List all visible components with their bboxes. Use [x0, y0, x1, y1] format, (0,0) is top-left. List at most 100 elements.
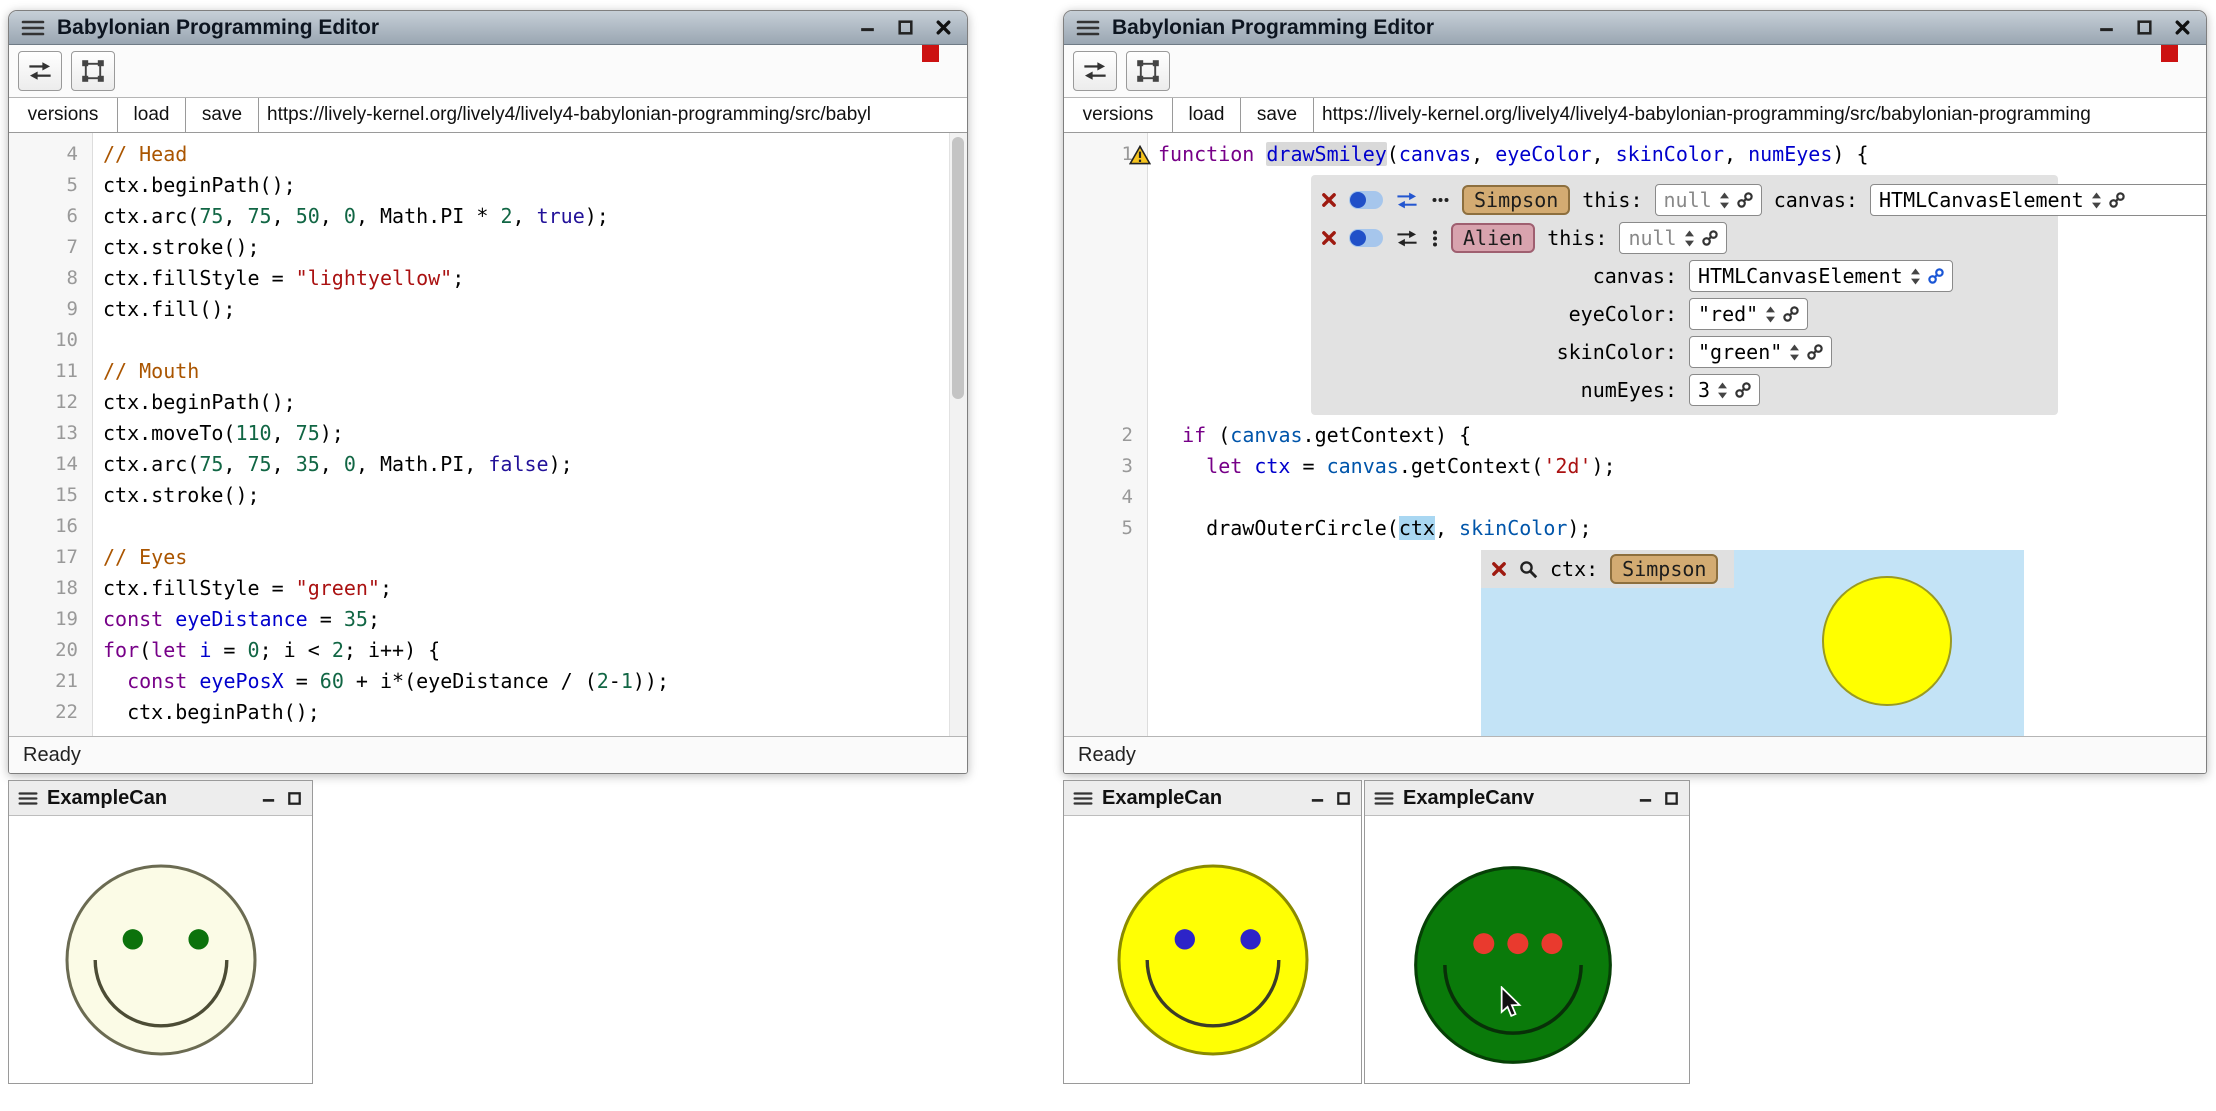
minimize-button[interactable] — [858, 18, 877, 37]
stepper-icon[interactable] — [1717, 382, 1728, 399]
frame-button[interactable] — [71, 51, 115, 91]
chain-link-icon[interactable] — [2109, 192, 2125, 208]
value-box[interactable]: "green" — [1689, 336, 1832, 368]
magnifier-icon[interactable] — [1519, 560, 1538, 579]
titlebar[interactable]: ExampleCanv — [1365, 781, 1689, 816]
code-line[interactable]: 5 drawOuterCircle(ctx, skinColor); — [1064, 513, 2206, 544]
example-badge[interactable]: Simpson — [1610, 554, 1718, 584]
vertical-scrollbar[interactable] — [949, 133, 967, 736]
code-line[interactable]: 22 ctx.beginPath(); — [9, 697, 967, 728]
value-box[interactable]: HTMLCanvasElement — [1689, 260, 1953, 292]
chain-link-icon[interactable] — [1737, 192, 1753, 208]
code-line[interactable]: 14ctx.arc(75, 75, 35, 0, Math.PI, false)… — [9, 449, 967, 480]
swap-arrows-button[interactable] — [1073, 51, 1117, 91]
save-button[interactable]: save — [1241, 98, 1314, 132]
code-line[interactable]: 2 if (canvas.getContext) { — [1064, 420, 2206, 451]
code-line[interactable]: 19const eyeDistance = 35; — [9, 604, 967, 635]
scrollbar-thumb[interactable] — [952, 137, 964, 399]
delete-example-icon[interactable] — [1321, 230, 1337, 246]
code-line[interactable]: 9ctx.fill(); — [9, 294, 967, 325]
menu-icon[interactable] — [1076, 19, 1100, 37]
code-line[interactable]: 10 — [9, 325, 967, 356]
kebab-menu-icon[interactable] — [1431, 229, 1439, 248]
more-menu-icon[interactable] — [1431, 196, 1450, 204]
code-line[interactable]: 15ctx.stroke(); — [9, 480, 967, 511]
code-editor[interactable]: 1function drawSmiley(canvas, eyeColor, s… — [1064, 133, 2206, 736]
value-box[interactable]: HTMLCanvasElement — [1870, 184, 2206, 216]
titlebar[interactable]: ExampleCan — [9, 781, 312, 816]
example-toggle[interactable] — [1349, 191, 1383, 209]
close-button[interactable] — [934, 18, 953, 37]
titlebar[interactable]: ExampleCan — [1064, 781, 1361, 816]
minimize-button[interactable] — [1309, 790, 1326, 807]
menu-icon[interactable] — [18, 791, 38, 806]
versions-button[interactable]: versions — [1064, 98, 1173, 132]
example-toggle[interactable] — [1349, 229, 1383, 247]
load-button[interactable]: load — [1173, 98, 1241, 132]
stepper-icon[interactable] — [1910, 268, 1921, 285]
code-line[interactable]: 18ctx.fillStyle = "green"; — [9, 573, 967, 604]
close-button[interactable] — [2173, 18, 2192, 37]
value-box[interactable]: null — [1619, 222, 1726, 254]
stepper-icon[interactable] — [1789, 344, 1800, 361]
code-editor[interactable]: 4// Head5ctx.beginPath();6ctx.arc(75, 75… — [9, 133, 967, 736]
swap-arrows-button[interactable] — [18, 51, 62, 91]
maximize-button[interactable] — [896, 18, 915, 37]
titlebar[interactable]: Babylonian Programming Editor — [1064, 11, 2206, 45]
chain-link-icon[interactable] — [1735, 382, 1751, 398]
minimize-button[interactable] — [1637, 790, 1654, 807]
code-line[interactable]: 11// Mouth — [9, 356, 967, 387]
code-line[interactable]: 16 — [9, 511, 967, 542]
code-line[interactable]: 5ctx.beginPath(); — [9, 170, 967, 201]
code-line[interactable]: 3 let ctx = canvas.getContext('2d'); — [1064, 451, 2206, 482]
value-box[interactable]: "red" — [1689, 298, 1808, 330]
maximize-button[interactable] — [1663, 790, 1680, 807]
code-line[interactable]: 20for(let i = 0; i < 2; i++) { — [9, 635, 967, 666]
maximize-button[interactable] — [1335, 790, 1352, 807]
titlebar[interactable]: Babylonian Programming Editor — [9, 11, 967, 45]
example-canvas[interactable] — [1365, 816, 1689, 1111]
chain-link-icon[interactable] — [1783, 306, 1799, 322]
example-canvas[interactable] — [9, 816, 312, 1101]
value-box[interactable]: null — [1655, 184, 1762, 216]
minimize-button[interactable] — [2097, 18, 2116, 37]
code-line[interactable]: 13ctx.moveTo(110, 75); — [9, 418, 967, 449]
maximize-button[interactable] — [286, 790, 303, 807]
menu-icon[interactable] — [21, 19, 45, 37]
delete-probe-icon[interactable] — [1491, 561, 1507, 577]
minimize-button[interactable] — [260, 790, 277, 807]
swap-arrows-icon[interactable] — [1395, 230, 1419, 247]
url-field[interactable]: https://lively-kernel.org/lively4/lively… — [1314, 98, 2206, 132]
value-box[interactable]: 3 — [1689, 374, 1760, 406]
url-field[interactable]: https://lively-kernel.org/lively4/lively… — [259, 98, 967, 132]
code-line[interactable]: 6ctx.arc(75, 75, 50, 0, Math.PI * 2, tru… — [9, 201, 967, 232]
code-token: const — [103, 607, 163, 631]
code-line[interactable]: 1function drawSmiley(canvas, eyeColor, s… — [1064, 139, 2206, 170]
chain-link-icon[interactable] — [1807, 344, 1823, 360]
code-line[interactable]: 17// Eyes — [9, 542, 967, 573]
frame-button[interactable] — [1126, 51, 1170, 91]
stepper-icon[interactable] — [2091, 192, 2102, 209]
save-button[interactable]: save — [186, 98, 259, 132]
code-line[interactable]: 7ctx.stroke(); — [9, 232, 967, 263]
code-line[interactable]: 4// Head — [9, 139, 967, 170]
code-line[interactable]: 12ctx.beginPath(); — [9, 387, 967, 418]
versions-button[interactable]: versions — [9, 98, 118, 132]
menu-icon[interactable] — [1374, 791, 1394, 806]
swap-arrows-icon[interactable] — [1395, 192, 1419, 209]
example-badge[interactable]: Simpson — [1462, 185, 1570, 215]
stepper-icon[interactable] — [1684, 230, 1695, 247]
menu-icon[interactable] — [1073, 791, 1093, 806]
stepper-icon[interactable] — [1719, 192, 1730, 209]
example-canvas[interactable] — [1064, 816, 1361, 1101]
load-button[interactable]: load — [118, 98, 186, 132]
delete-example-icon[interactable] — [1321, 192, 1337, 208]
stepper-icon[interactable] — [1765, 306, 1776, 323]
code-line[interactable]: 8ctx.fillStyle = "lightyellow"; — [9, 263, 967, 294]
chain-link-icon[interactable] — [1928, 268, 1944, 284]
example-badge[interactable]: Alien — [1451, 223, 1535, 253]
maximize-button[interactable] — [2135, 18, 2154, 37]
code-line[interactable]: 4 — [1064, 482, 2206, 513]
code-line[interactable]: 21 const eyePosX = 60 + i*(eyeDistance /… — [9, 666, 967, 697]
chain-link-icon[interactable] — [1702, 230, 1718, 246]
